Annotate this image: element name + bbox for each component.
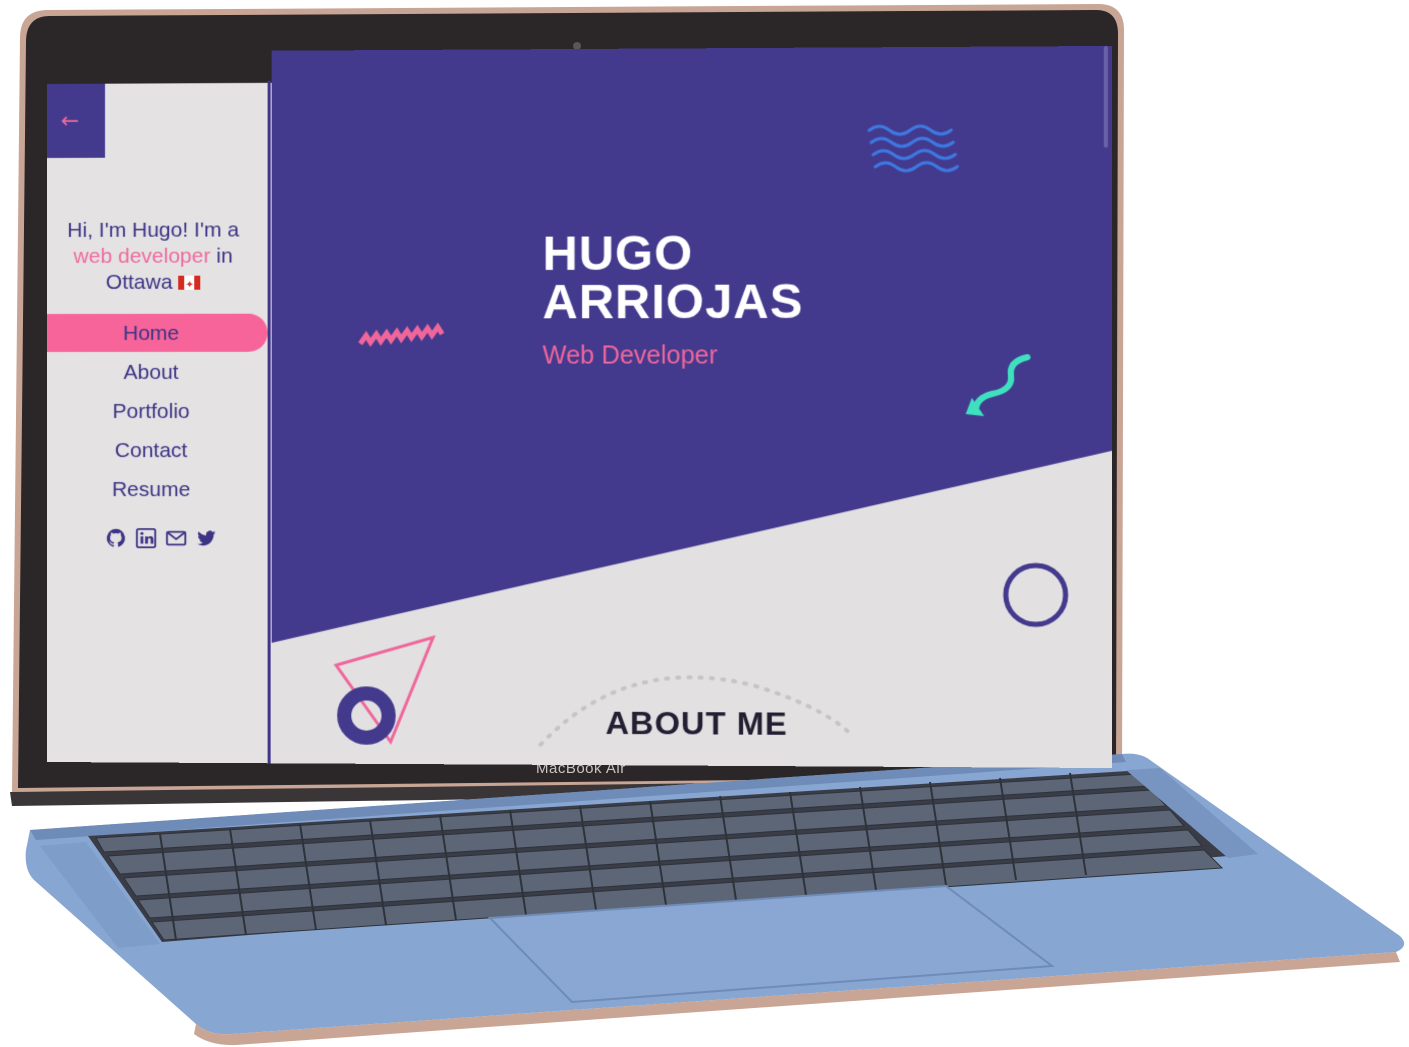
hero-background: [271, 45, 1113, 768]
screen: HUGO ARRIOJAS Web Developer ABOUT ME ← H…: [47, 45, 1113, 769]
website: HUGO ARRIOJAS Web Developer ABOUT ME ← H…: [47, 45, 1113, 769]
sidebar-nav: Home About Portfolio Contact Resume: [47, 313, 268, 510]
github-icon[interactable]: [105, 527, 127, 549]
nav-item-contact[interactable]: Contact: [47, 431, 268, 470]
hero-role: Web Developer: [542, 341, 718, 370]
hero-last-name: ARRIOJAS: [542, 275, 804, 330]
linkedin-icon[interactable]: [135, 527, 157, 549]
circle-decoration: [1006, 565, 1066, 624]
intro-city: Ottawa: [105, 270, 173, 294]
intro-highlight: web developer: [73, 244, 211, 268]
nav-item-resume[interactable]: Resume: [47, 470, 268, 509]
back-button[interactable]: ←: [47, 83, 106, 159]
about-title: ABOUT ME: [605, 704, 788, 742]
nav-item-about[interactable]: About: [47, 353, 268, 392]
nav-item-portfolio[interactable]: Portfolio: [47, 392, 268, 431]
mail-icon[interactable]: [165, 527, 187, 549]
intro-in: in: [216, 244, 233, 268]
donut-decoration: [344, 693, 388, 737]
scrollbar[interactable]: [1103, 45, 1108, 148]
sidebar-border: [267, 80, 271, 769]
intro-line: Hi, I'm Hugo! I'm a: [67, 218, 240, 242]
hero-name: HUGO ARRIOJAS: [542, 227, 804, 330]
hero-section: HUGO ARRIOJAS Web Developer ABOUT ME: [271, 45, 1113, 769]
canada-flag-icon: [178, 275, 201, 290]
back-arrow-icon: ←: [60, 108, 80, 134]
social-links: [105, 527, 217, 549]
hero-first-name: HUGO: [542, 227, 694, 282]
intro-text: Hi, I'm Hugo! I'm a web developer in Ott…: [47, 217, 260, 296]
twitter-icon[interactable]: [195, 527, 217, 549]
nav-item-home[interactable]: Home: [47, 313, 268, 353]
